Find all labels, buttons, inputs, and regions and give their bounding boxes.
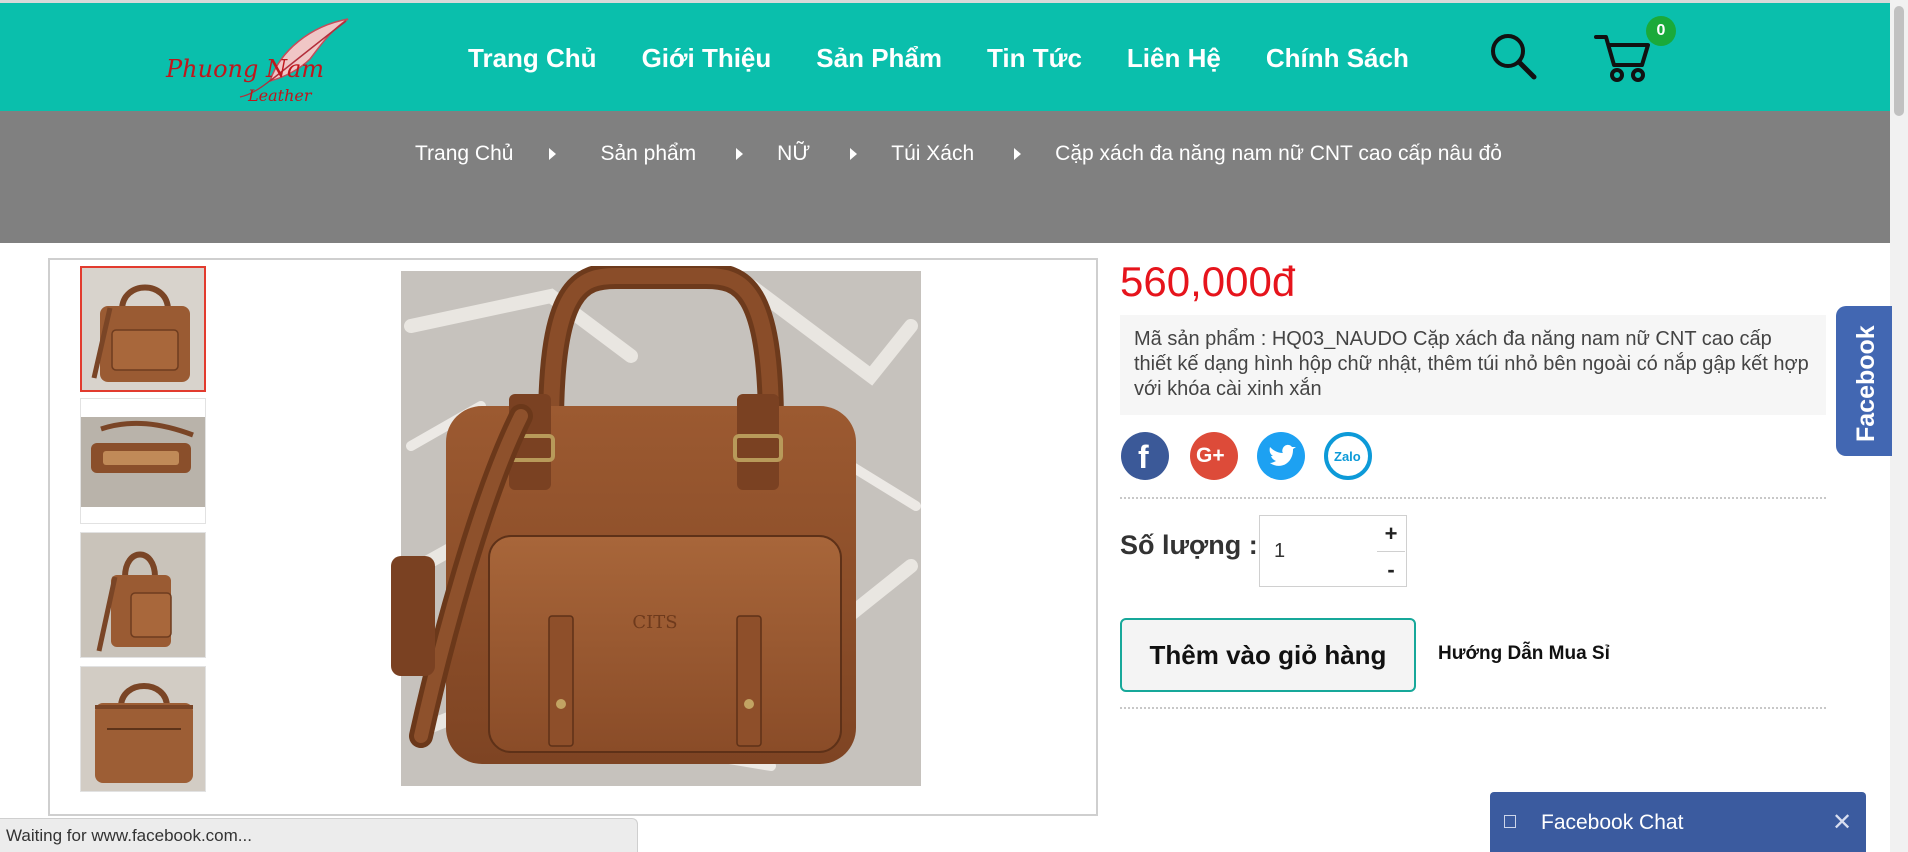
breadcrumb: Trang Chủ Sản phẩm NỮ Túi Xách Cặp xách …	[415, 142, 1502, 166]
bag-back-thumbnail-image	[81, 667, 205, 791]
thumbnail-list	[78, 266, 208, 796]
leather-bag-photo: CITS	[391, 266, 921, 786]
product-thumbnail[interactable]	[80, 398, 206, 524]
twitter-share-icon[interactable]	[1257, 432, 1305, 480]
nav-item-news[interactable]: Tin Tức	[987, 43, 1082, 74]
breadcrumb-women[interactable]: NỮ	[777, 142, 810, 166]
site-header: Phuong Nam Leather Trang Chủ Giới Thiệu …	[0, 3, 1890, 111]
close-icon[interactable]: ✕	[1832, 808, 1852, 837]
quantity-label: Số lượng :	[1120, 530, 1258, 560]
section-divider	[1120, 707, 1826, 709]
facebook-share-label: f	[1138, 439, 1149, 475]
bag-front-thumbnail-image	[82, 268, 204, 390]
quantity-stepper: + -	[1377, 515, 1407, 587]
zalo-share-label: Zalo	[1334, 449, 1361, 464]
add-to-cart-button[interactable]: Thêm vào giỏ hàng	[1120, 618, 1416, 692]
cart-count-badge: 0	[1646, 16, 1676, 46]
product-description: Mã sản phẩm : HQ03_NAUDO Cặp xách đa năn…	[1120, 315, 1826, 415]
facebook-side-tab-label: Facebook	[1852, 325, 1880, 442]
main-nav: Trang Chủ Giới Thiệu Sản Phẩm Tin Tức Li…	[468, 43, 1409, 74]
product-thumbnail[interactable]	[80, 666, 206, 792]
nav-item-about[interactable]: Giới Thiệu	[642, 43, 772, 74]
breadcrumb-handbags[interactable]: Túi Xách	[891, 142, 974, 166]
facebook-chat-label: Facebook Chat	[1541, 811, 1684, 834]
facebook-share-icon[interactable]: f	[1121, 432, 1169, 480]
page-scrollbar[interactable]	[1890, 0, 1908, 852]
product-price: 560,000đ	[1120, 258, 1296, 305]
nav-item-contact[interactable]: Liên Hệ	[1127, 43, 1221, 74]
zalo-share-icon[interactable]: Zalo	[1324, 432, 1372, 480]
nav-item-policy[interactable]: Chính Sách	[1266, 43, 1409, 74]
nav-item-products[interactable]: Sản Phẩm	[816, 43, 942, 74]
breadcrumb-home[interactable]: Trang Chủ	[415, 142, 513, 166]
breadcrumb-arrow-icon	[549, 148, 557, 160]
nav-item-home[interactable]: Trang Chủ	[468, 43, 597, 74]
google-plus-share-label: G+	[1196, 444, 1225, 467]
quantity-increase-button[interactable]: +	[1377, 516, 1405, 551]
browser-status-bar: Waiting for www.facebook.com...	[0, 818, 638, 852]
logo-text-line2: Leather	[248, 86, 312, 105]
bag-top-view-thumbnail-image	[81, 399, 205, 523]
section-divider	[1120, 497, 1826, 499]
breadcrumb-bar: Trang Chủ Sản phẩm NỮ Túi Xách Cặp xách …	[0, 111, 1890, 243]
scrollbar-thumb[interactable]	[1894, 6, 1904, 116]
quantity-input[interactable]	[1259, 515, 1379, 587]
search-icon[interactable]	[1488, 31, 1538, 81]
breadcrumb-arrow-icon	[1014, 148, 1022, 160]
wholesale-guide-link[interactable]: Hướng Dẫn Mua Sỉ	[1438, 643, 1610, 665]
cart-icon[interactable]	[1594, 31, 1650, 83]
breadcrumb-arrow-icon	[850, 148, 858, 160]
product-thumbnail[interactable]	[80, 266, 206, 392]
site-logo[interactable]: Phuong Nam Leather	[160, 11, 360, 111]
logo-text-line1: Phuong Nam	[166, 55, 325, 83]
product-thumbnail[interactable]	[80, 532, 206, 658]
breadcrumb-current-product: Cặp xách đa năng nam nữ CNT cao cấp nâu …	[1055, 142, 1502, 165]
google-plus-share-icon[interactable]: G+	[1190, 432, 1238, 480]
twitter-bird-icon	[1269, 444, 1296, 466]
chat-window-icon	[1504, 815, 1516, 828]
breadcrumb-arrow-icon	[736, 148, 744, 160]
bag-side-thumbnail-image	[81, 533, 205, 657]
breadcrumb-products[interactable]: Sản phẩm	[600, 142, 696, 166]
bag-brand-mark: CITS	[632, 612, 677, 633]
quantity-decrease-button[interactable]: -	[1377, 551, 1405, 586]
main-product-image[interactable]: CITS	[251, 266, 1067, 792]
